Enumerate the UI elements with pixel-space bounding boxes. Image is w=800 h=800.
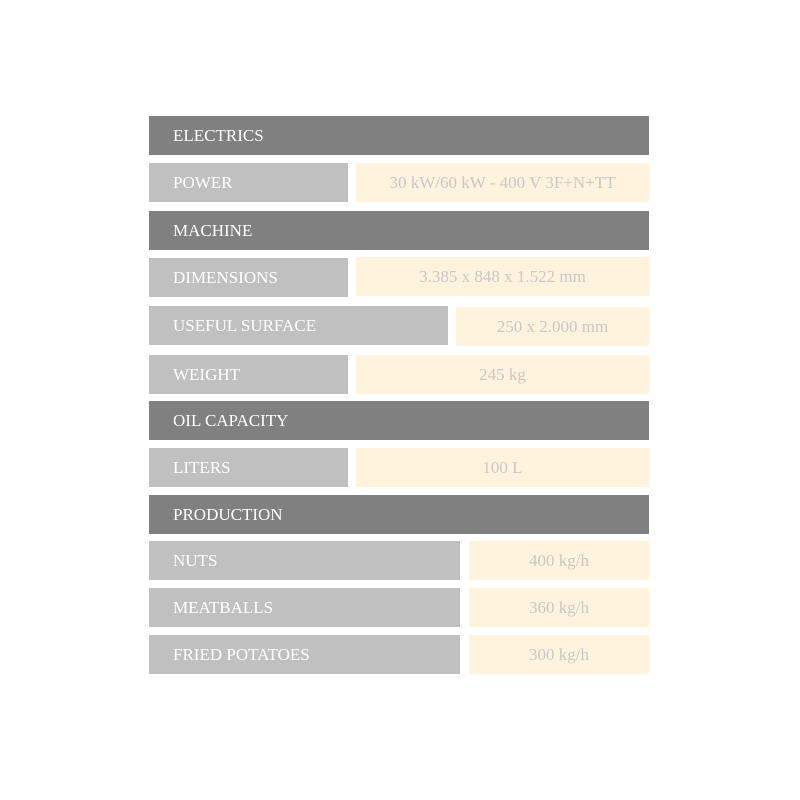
spec-value-power: 30 kW/60 kW - 400 V 3F+N+TT xyxy=(356,163,649,202)
spec-label-dimensions: DIMENSIONS xyxy=(149,258,348,297)
spec-label-liters: LITERS xyxy=(149,448,348,487)
spec-label-meatballs: MEATBALLS xyxy=(149,588,460,627)
spec-label-fried-potatoes: FRIED POTATOES xyxy=(149,635,460,674)
section-header-electrics: ELECTRICS xyxy=(149,116,649,155)
spec-label-power: POWER xyxy=(149,163,348,202)
section-header-production: PRODUCTION xyxy=(149,495,649,534)
spec-value-weight: 245 kg xyxy=(356,355,649,394)
spec-label-weight: WEIGHT xyxy=(149,355,348,394)
spec-value-dimensions: 3.385 x 848 x 1.522 mm xyxy=(356,257,649,296)
spec-value-nuts: 400 kg/h xyxy=(469,541,649,580)
spec-label-useful-surface: USEFUL SURFACE xyxy=(149,306,448,345)
section-header-oil-capacity: OIL CAPACITY xyxy=(149,401,649,440)
spec-value-fried-potatoes: 300 kg/h xyxy=(469,635,649,674)
spec-value-useful-surface: 250 x 2.000 mm xyxy=(456,307,649,346)
spec-label-nuts: NUTS xyxy=(149,541,460,580)
spec-value-liters: 100 L xyxy=(356,448,649,487)
spec-value-meatballs: 360 kg/h xyxy=(469,588,649,627)
section-header-machine: MACHINE xyxy=(149,211,649,250)
